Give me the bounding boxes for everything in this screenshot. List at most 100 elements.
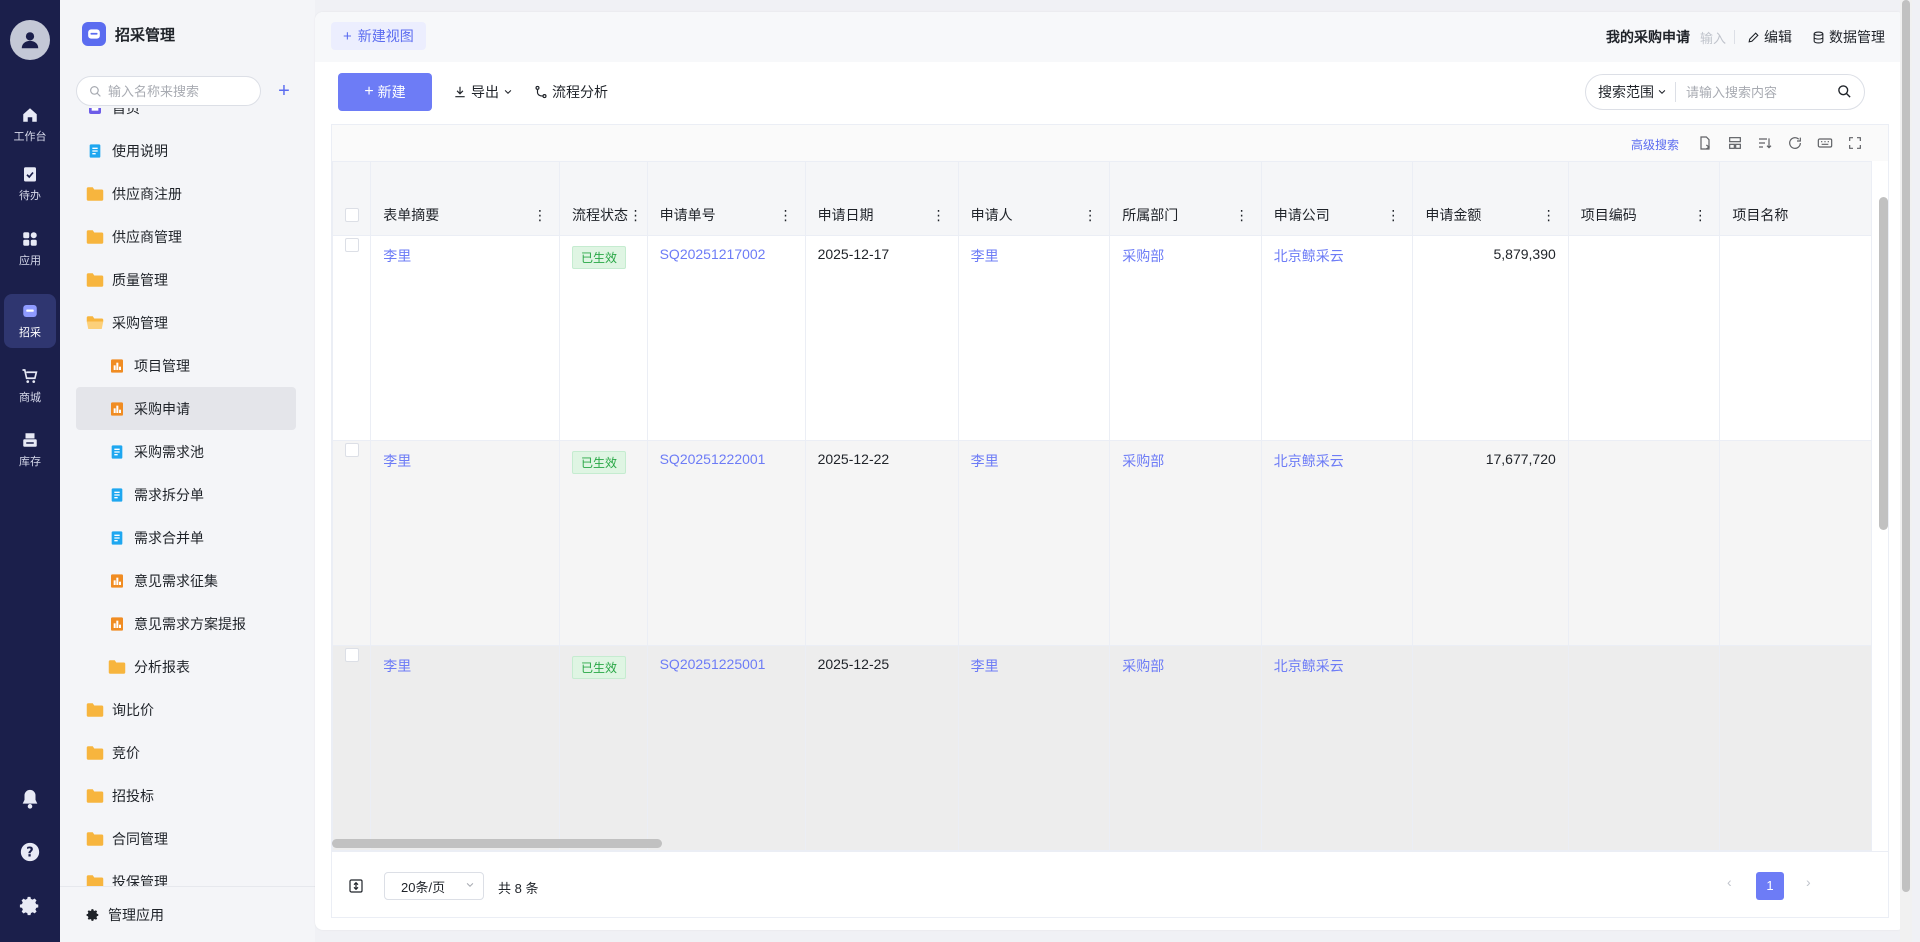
keyboard-icon[interactable] [1817,135,1833,151]
sidebar-item[interactable]: 需求拆分单 [76,473,296,516]
new-record-button[interactable]: + 新建 [338,73,432,111]
rail-item-apps[interactable]: 应用 [4,222,56,276]
column-header[interactable]: 申请单号 ⋮ [646,161,806,236]
sidebar-item[interactable]: 意见需求方案提报 [76,602,296,645]
user-avatar[interactable] [10,20,50,60]
refresh-icon[interactable] [1787,135,1803,151]
view-hint[interactable]: 输入 [1700,28,1726,47]
column-menu-icon[interactable]: ⋮ [1083,207,1097,224]
applicant-link[interactable]: 李里 [971,658,999,674]
flow-analysis-button[interactable]: 流程分析 [534,73,608,111]
help-icon[interactable]: ? [18,840,42,864]
row-checkbox[interactable] [344,648,359,662]
row-checkbox[interactable] [344,238,359,252]
dept-link[interactable]: 采购部 [1122,248,1164,264]
column-menu-icon[interactable]: ⋮ [1386,207,1400,224]
sidebar-item[interactable]: 询比价 [76,688,296,731]
column-menu-icon[interactable]: ⋮ [1542,207,1556,224]
export-file-icon[interactable] [1697,135,1713,151]
sidebar-item[interactable]: 竞价 [76,731,296,774]
prev-page-button[interactable]: ‹ [1727,874,1732,890]
add-menu-button[interactable]: + [272,79,296,103]
sidebar-item[interactable]: 需求合并单 [76,516,296,559]
rail-item-todo[interactable]: 待办 [4,157,56,211]
dept-link[interactable]: 采购部 [1122,453,1164,469]
sidebar-search-input[interactable] [108,83,248,99]
page-size-select[interactable]: 20条/页 [384,872,484,900]
column-menu-icon[interactable]: ⋮ [779,207,793,224]
page-1-button[interactable]: 1 [1756,872,1784,900]
vertical-scrollbar[interactable] [1879,197,1888,530]
sidebar-item[interactable]: 使用说明 [76,129,296,172]
applicant-link[interactable]: 李里 [971,453,999,469]
table-row[interactable]: 李里 已生效 SQ20251225001 2025-12-25 李里 采购部 北京鲸采云 [332,645,1872,851]
sidebar-item[interactable]: 采购管理 [76,301,296,344]
edit-button[interactable]: 编辑 [1747,27,1792,47]
column-header[interactable]: 项目编码 ⋮ [1567,161,1721,236]
order-no-link[interactable]: SQ20251222001 [660,451,766,467]
rail-item-procurement[interactable]: 招采 [4,294,56,348]
new-view-button[interactable]: + 新建视图 [331,22,426,50]
sidebar-item[interactable]: 招投标 [76,774,296,817]
column-menu-icon[interactable]: ⋮ [629,207,643,224]
table-row[interactable]: 李里 已生效 SQ20251217002 2025-12-17 李里 采购部 北京鲸采云 5,… [332,235,1872,441]
record-search-input[interactable] [1686,84,1836,100]
summary-link[interactable]: 李里 [383,453,411,469]
settings-gear-icon[interactable] [18,894,42,918]
column-header[interactable]: 申请公司 ⋮ [1260,161,1414,236]
sidebar-item[interactable]: 合同管理 [76,817,296,860]
company-link[interactable]: 北京鲸采云 [1274,658,1344,674]
rail-item-mall[interactable]: 商城 [4,359,56,413]
column-header[interactable]: 申请人 ⋮ [957,161,1111,236]
row-density-icon[interactable] [348,878,364,894]
export-button[interactable]: 导出 [453,73,517,111]
sort-list-icon[interactable] [1757,135,1773,151]
sidebar-item[interactable]: 意见需求征集 [76,559,296,602]
next-page-button[interactable]: › [1806,874,1811,890]
column-menu-icon[interactable]: ⋮ [932,207,946,224]
sidebar-item[interactable]: 采购申请 [76,387,296,430]
company-link[interactable]: 北京鲸采云 [1274,248,1344,264]
notification-bell-icon[interactable] [18,787,42,811]
sidebar-item[interactable]: 投保管理 [76,860,296,888]
column-menu-icon[interactable]: ⋮ [1693,207,1707,224]
column-menu-icon[interactable]: ⋮ [1235,207,1249,224]
dept-link[interactable]: 采购部 [1122,658,1164,674]
order-no-link[interactable]: SQ20251217002 [660,246,766,262]
select-all-checkbox[interactable] [344,208,359,222]
column-menu-icon[interactable]: ⋮ [533,207,547,224]
data-manage-button[interactable]: 数据管理 [1812,27,1885,47]
advanced-search-link[interactable]: 高级搜索 [1631,136,1679,153]
page-scrollbar-thumb[interactable] [1902,0,1910,892]
applicant-link[interactable]: 李里 [971,248,999,264]
order-no-link[interactable]: SQ20251225001 [660,656,766,672]
column-header[interactable]: 流程状态 ⋮ [559,161,648,236]
sidebar-item[interactable]: 供应商注册 [76,172,296,215]
column-layout-icon[interactable] [1727,135,1743,151]
column-header[interactable]: 申请日期 ⋮ [804,161,959,236]
column-header[interactable]: 申请金额 ⋮ [1412,161,1569,236]
manage-app-button[interactable]: 管理应用 [60,886,315,942]
sidebar-item[interactable]: 首页 [76,108,296,129]
horizontal-scrollbar[interactable] [332,839,662,848]
summary-link[interactable]: 李里 [383,658,411,674]
fullscreen-icon[interactable] [1847,135,1863,151]
sidebar-item[interactable]: 供应商管理 [76,215,296,258]
sidebar-item[interactable]: 项目管理 [76,344,296,387]
search-scope-dropdown[interactable]: 搜索范围 [1586,82,1676,102]
column-header[interactable]: 所属部门 ⋮ [1109,161,1262,236]
sidebar-item[interactable]: 分析报表 [76,645,296,688]
row-checkbox[interactable] [344,443,359,457]
column-header[interactable]: 表单摘要 ⋮ [370,161,561,236]
sidebar-item[interactable]: 采购需求池 [76,430,296,473]
table-cell: SQ20251222001 [646,440,806,646]
search-icon[interactable] [1837,84,1852,99]
summary-link[interactable]: 李里 [383,248,411,264]
company-link[interactable]: 北京鲸采云 [1274,453,1344,469]
column-header[interactable]: 项目名称 [1719,161,1872,236]
page-scrollbar[interactable] [1900,0,1912,942]
sidebar-item[interactable]: 质量管理 [76,258,296,301]
table-row[interactable]: 李里 已生效 SQ20251222001 2025-12-22 李里 采购部 北京鲸采云 17… [332,440,1872,646]
rail-item-workbench[interactable]: 工作台 [4,98,56,152]
rail-item-stock[interactable]: 库存 [4,423,56,477]
